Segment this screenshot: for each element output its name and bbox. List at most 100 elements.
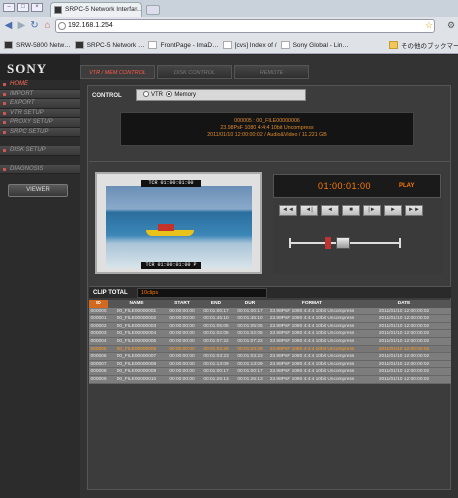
forward-arrow-icon[interactable]: ▶ xyxy=(16,20,27,31)
new-tab-button[interactable] xyxy=(146,5,160,15)
tab-title: SRPC-5 Network Interfa… xyxy=(65,6,142,13)
cell-end: 00:01:13:09 xyxy=(203,361,229,367)
header-id[interactable]: ID xyxy=(89,300,108,308)
cell-name: 00_FILE00000001 xyxy=(116,308,157,314)
left-nav: SONY HOME IMPORT EXPORT VTR SETUP PROXY SETU… xyxy=(0,55,80,498)
table-row[interactable]: 000003 00_FILE00000004 00:00:00:00 00:01:02… xyxy=(89,330,451,338)
close-window-button[interactable]: × xyxy=(31,3,43,12)
cell-name: 00_FILE00000010 xyxy=(116,376,157,382)
cell-name: 00_FILE00000004 xyxy=(116,331,157,337)
timecode-value: 01:00:01:00 xyxy=(318,181,372,191)
cell-name: 00_FILE00000006 xyxy=(116,346,157,352)
nav-item-export[interactable]: EXPORT xyxy=(0,99,80,109)
maximize-button[interactable]: □ xyxy=(17,3,29,12)
cell-start: 00:00:00:00 xyxy=(169,308,195,314)
clip-total-label: CLIP TOTAL xyxy=(93,290,128,296)
back-arrow-icon[interactable]: ◀ xyxy=(3,20,14,31)
minimize-button[interactable]: – xyxy=(3,3,15,12)
header-name[interactable]: NAME xyxy=(108,300,165,308)
tab-remote[interactable]: REMOTE xyxy=(234,65,309,79)
wrench-icon[interactable]: ⚙ xyxy=(447,20,455,31)
cell-id: 000004 xyxy=(90,338,107,344)
cell-format: 23.98PsF 1080 4:4:4 10bit Uncompress xyxy=(269,308,355,314)
address-bar[interactable]: 192.168.1.254 xyxy=(55,19,435,33)
table-row[interactable]: 000006 00_FILE00000007 00:00:00:00 00:01:03… xyxy=(89,353,451,361)
nav-item-disk-setup[interactable]: DISK SETUP xyxy=(0,146,80,156)
header-start[interactable]: START xyxy=(165,300,199,308)
table-row[interactable]: 000000 00_FILE00000001 00:00:00:00 00:01:00… xyxy=(89,307,451,316)
tab-vtr-mem-control[interactable]: VTR / MEM CONTROL xyxy=(80,65,155,79)
table-row[interactable]: 000008 00_FILE00000009 00:00:00:00 00:01:00… xyxy=(89,368,451,376)
header-end[interactable]: END xyxy=(199,300,233,308)
header-format[interactable]: FORMAT xyxy=(267,300,357,308)
cell-date: 2011/01/10 12:00:00:02 xyxy=(378,338,430,344)
cell-dur: 00:01:13:09 xyxy=(237,361,263,367)
play-button[interactable]: ► xyxy=(384,205,402,216)
bookmark-label: FrontPage - ImaD… xyxy=(160,41,219,49)
cell-end: 00:01:00:17 xyxy=(203,308,229,314)
nav-bar: ◀ ▶ ↻ ⌂ 192.168.1.254 ☆ ⚙ xyxy=(0,17,458,36)
viewer-button[interactable]: VIEWER xyxy=(8,184,68,197)
cell-start: 00:00:00:00 xyxy=(169,361,195,367)
table-row[interactable]: 000007 00_FILE00000008 00:00:00:00 00:01:13… xyxy=(89,360,451,369)
reload-icon[interactable]: ↻ xyxy=(29,20,40,31)
previous-button[interactable]: ◄| xyxy=(300,205,318,216)
page-icon xyxy=(280,41,290,49)
tab-close-icon[interactable]: × xyxy=(134,3,138,16)
cell-start: 00:00:00:00 xyxy=(169,331,195,337)
nav-item-home[interactable]: HOME xyxy=(0,80,80,90)
cell-start: 00:00:00:00 xyxy=(169,338,195,344)
vtr-radio[interactable] xyxy=(143,91,149,97)
player-area: TCR 01:00:01:00 TCR 01:00:01:00 P 01:00:… xyxy=(89,161,451,283)
table-row[interactable]: 000002 00_FILE00000003 00:00:00:00 00:01:05… xyxy=(89,322,451,331)
bookmark-item[interactable]: [cvs] Index of / xyxy=(222,41,277,49)
bookmark-item[interactable]: その他のブックマー… xyxy=(388,40,458,50)
cell-dur: 00:01:03:23 xyxy=(237,354,263,360)
cell-name: 00_FILE00000002 xyxy=(116,316,157,322)
memory-radio[interactable] xyxy=(166,91,173,97)
cell-name: 00_FILE00000003 xyxy=(116,323,157,329)
control-label: CONTROL xyxy=(92,93,122,99)
bookmark-item[interactable]: FrontPage - ImaD… xyxy=(148,41,219,49)
cell-id: 000003 xyxy=(90,331,107,337)
stop-button[interactable]: ■ xyxy=(342,205,360,216)
next-button[interactable]: |► xyxy=(363,205,381,216)
table-row[interactable]: 000005 00_FILE00000006 00:00:00:00 00:01:03… xyxy=(89,345,451,354)
bookmark-item[interactable]: SRW-5800 Netw… xyxy=(4,41,71,49)
nav-item-vtr-setup[interactable]: VTR SETUP xyxy=(0,108,80,118)
browser-tab[interactable]: SRPC-5 Network Interfa… × xyxy=(50,2,142,17)
tab-disk-control[interactable]: DISK CONTROL xyxy=(157,65,232,79)
clip-table: ID NAME START END DUR FORMAT DATE 000000 00_FILE… xyxy=(89,300,451,384)
cell-date: 2011/01/10 12:00:00:02 xyxy=(378,376,430,382)
cell-format: 23.98PsF 1080 4:4:4 10bit Uncompress xyxy=(269,346,355,352)
nav-item-diagnosis[interactable]: DIAGNOSIS xyxy=(0,164,80,174)
rewind-button[interactable]: ◄ xyxy=(321,205,339,216)
nav-item-import[interactable]: IMPORT xyxy=(0,89,80,99)
bookmark-item[interactable]: Sony Global - Lin… xyxy=(280,41,349,49)
bookmark-star-icon[interactable]: ☆ xyxy=(425,20,433,31)
shuttle-knob[interactable] xyxy=(336,237,350,249)
shuttle-slider[interactable] xyxy=(289,234,401,252)
video-frame: TCR 01:00:01:00 TCR 01:00:01:00 P xyxy=(95,172,262,274)
fast-rewind-button[interactable]: ◄◄ xyxy=(279,205,297,216)
fast-forward-button[interactable]: ►► xyxy=(405,205,423,216)
table-row[interactable]: 000009 00_FILE00000010 00:00:00:00 00:01:26… xyxy=(89,375,451,384)
cell-dur: 00:01:00:17 xyxy=(237,308,263,314)
bookmark-item[interactable]: SRPC-5 Network … xyxy=(74,41,144,49)
bookmark-label: Sony Global - Lin… xyxy=(292,41,349,49)
cell-id: 000000 xyxy=(90,308,107,314)
header-date[interactable]: DATE xyxy=(357,300,451,308)
cell-format: 23.98PsF 1080 4:4:4 10bit Uncompress xyxy=(269,338,355,344)
home-icon[interactable]: ⌂ xyxy=(42,20,53,31)
cell-id: 000008 xyxy=(90,369,107,375)
bookmark-label: SRW-5800 Netw… xyxy=(16,41,71,49)
page-icon xyxy=(222,41,232,49)
info-line-1: 000005 : 00_FILE00000006 xyxy=(234,118,300,124)
table-row[interactable]: 000004 00_FILE00000005 00:00:00:00 00:01:07… xyxy=(89,337,451,346)
cell-date: 2011/01/10 12:00:00:02 xyxy=(378,331,430,337)
header-dur[interactable]: DUR xyxy=(233,300,267,308)
nav-item-srpc-setup[interactable]: SRPC SETUP xyxy=(0,127,80,137)
nav-item-proxy-setup[interactable]: PROXY SETUP xyxy=(0,118,80,128)
shuttle-right-end xyxy=(399,238,401,248)
table-row[interactable]: 000001 00_FILE00000002 00:00:00:00 00:01:45… xyxy=(89,315,451,323)
